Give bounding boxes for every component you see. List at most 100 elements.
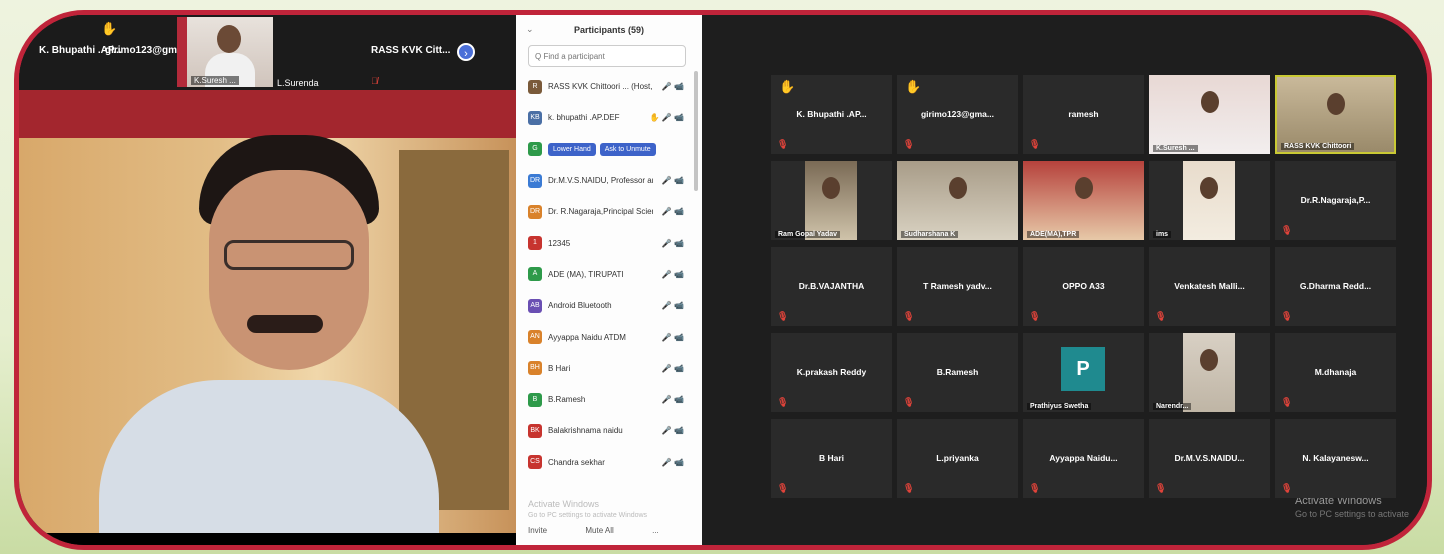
- participant-tile[interactable]: B.Ramesh 🎙: [897, 333, 1018, 412]
- strip-tile-name: L.Surenda: [277, 78, 319, 88]
- participant-tile[interactable]: Narendr...: [1149, 333, 1270, 412]
- participant-head: [1200, 177, 1218, 199]
- participant-name: B.Ramesh: [936, 367, 979, 377]
- mute-all-button[interactable]: Mute All: [585, 526, 613, 535]
- avatar: A: [528, 267, 542, 282]
- participant-row[interactable]: DR Dr. R.Nagaraja,Principal Scientist... 🎤…: [516, 196, 702, 227]
- participant-row[interactable]: B B.Ramesh 🎤 📹: [516, 384, 702, 415]
- media-status-icons[interactable]: 🎤 📹: [662, 426, 684, 435]
- media-status-icons[interactable]: 🎤 📹: [662, 458, 684, 467]
- strip-tile-name: RASS KVK Citt...: [371, 45, 451, 56]
- mic-video-icon: 🎤 📹: [661, 207, 684, 217]
- participant-name: Android Bluetooth: [548, 301, 612, 311]
- muted-mic-icon: 🎙: [1281, 225, 1293, 235]
- participant-tile[interactable]: Ayyappa Naidu... 🎙: [1023, 419, 1144, 498]
- participant-name: B.Ramesh: [548, 395, 586, 405]
- participant-row[interactable]: KB k. bhupathi .AP.DEF ✋ 🎤 📹: [516, 102, 702, 133]
- participant-row[interactable]: AB Android Bluetooth 🎤 📹: [516, 290, 702, 321]
- strip-video-tile[interactable]: K.Suresh ...: [177, 17, 273, 87]
- scrollbar[interactable]: [694, 71, 698, 191]
- participant-head: [948, 177, 967, 199]
- participant-tile[interactable]: K.prakash Reddy 🎙: [771, 333, 892, 412]
- participant-tile[interactable]: ramesh 🎙: [1023, 75, 1144, 154]
- participant-name: Dr.M.V.S.NAIDU, Professor and...: [548, 176, 653, 186]
- strip-tile[interactable]: L.Surenda: [277, 15, 357, 90]
- media-status-icons[interactable]: 🎤 📹: [662, 176, 684, 185]
- participant-row[interactable]: R RASS KVK Chittoori ... (Host, me) 🎤 📹: [516, 71, 702, 102]
- muted-mic-icon: 🎙: [1029, 483, 1041, 493]
- invite-button[interactable]: Invite: [528, 526, 547, 535]
- chevron-right-icon[interactable]: ›: [457, 43, 475, 61]
- participant-tile[interactable]: M.dhanaja 🎙: [1275, 333, 1396, 412]
- participant-tile[interactable]: ADE(MA),TPR: [1023, 161, 1144, 240]
- participant-row[interactable]: BH B Hari 🎤 📹: [516, 353, 702, 384]
- muted-mic-icon: 🎙: [1155, 311, 1167, 321]
- search-input[interactable]: [528, 45, 686, 67]
- participant-tile[interactable]: L.priyanka 🎙: [897, 419, 1018, 498]
- participant-tile[interactable]: Dr.B.VAJANTHA 🎙: [771, 247, 892, 326]
- participant-tile[interactable]: T Ramesh yadv... 🎙: [897, 247, 1018, 326]
- mic-video-icon: 🎤 📹: [661, 269, 684, 279]
- participant-tile[interactable]: ✋ K. Bhupathi .AP... 🎙: [771, 75, 892, 154]
- participant-tile[interactable]: Ram Gopal Yadav: [771, 161, 892, 240]
- strip-tile[interactable]: ✋ girimo123@gma...: [101, 15, 191, 90]
- participant-tile[interactable]: OPPO A33 🎙: [1023, 247, 1144, 326]
- participant-name: K. Bhupathi .AP...: [796, 109, 867, 119]
- participant-head: [217, 25, 241, 53]
- participant-row[interactable]: 1 12345 🎤 📹: [516, 227, 702, 258]
- participant-row[interactable]: BK Balakrishnama naidu 🎤 📹: [516, 415, 702, 446]
- participant-row[interactable]: AN Ayyappa Naidu ATDM 🎤 📹: [516, 321, 702, 352]
- mic-video-icon: 🎤 📹: [661, 113, 684, 123]
- participant-tile[interactable]: ims: [1149, 161, 1270, 240]
- participant-head: [1200, 91, 1219, 113]
- participant-tile[interactable]: N. Kalayanesw... 🎙: [1275, 419, 1396, 498]
- participant-name: girimo123@gma...: [920, 109, 994, 119]
- media-status-icons[interactable]: 🎤 📹: [662, 239, 684, 248]
- media-status-icons[interactable]: 🎤 📹: [662, 333, 684, 342]
- collapse-icon[interactable]: ⌄: [526, 24, 534, 35]
- participant-name: Dr.M.V.S.NAIDU...: [1174, 453, 1245, 463]
- muted-mic-icon: 🎙: [903, 483, 915, 493]
- panel-title: Participants (59): [573, 25, 645, 35]
- participant-name: Dr.B.VAJANTHA: [798, 281, 865, 291]
- more-button[interactable]: ...: [652, 526, 659, 535]
- media-status-icons[interactable]: 🎤 📹: [662, 395, 684, 404]
- mic-video-icon: 🎤 📹: [661, 426, 684, 436]
- participant-tile[interactable]: Sudharshana K: [897, 161, 1018, 240]
- participant-name: T Ramesh yadv...: [923, 281, 992, 291]
- participant-tile[interactable]: Dr.R.Nagaraja,P... 🎙: [1275, 161, 1396, 240]
- participant-tile[interactable]: B Hari 🎙: [771, 419, 892, 498]
- media-status-icons[interactable]: 🎤 📹: [662, 270, 684, 279]
- participant-tile[interactable]: ✋ girimo123@gma... 🎙: [897, 75, 1018, 154]
- muted-mic-icon: 🎙̸: [371, 76, 378, 86]
- participant-head: [822, 177, 840, 199]
- muted-mic-icon: 🎙: [903, 139, 915, 149]
- participant-tile[interactable]: Dr.M.V.S.NAIDU... 🎙: [1149, 419, 1270, 498]
- lower-hand-button[interactable]: Lower Hand: [548, 142, 596, 156]
- ask-to-unmute-button[interactable]: Ask to Unmute: [599, 142, 656, 156]
- participant-tile[interactable]: Venkatesh Malli... 🎙: [1149, 247, 1270, 326]
- media-status-icons[interactable]: 🎤 📹: [662, 207, 684, 216]
- participant-tile[interactable]: P Prathiyus Swetha: [1023, 333, 1144, 412]
- participant-row[interactable]: DR Dr.M.V.S.NAIDU, Professor and... 🎤 📹: [516, 165, 702, 196]
- participant-tile[interactable]: RASS KVK Chittoori: [1275, 75, 1396, 154]
- video-label: Prathiyus Swetha: [1027, 403, 1092, 410]
- media-status-icons[interactable]: 🎤 📹: [662, 82, 684, 91]
- mic-video-icon: 🎤 📹: [661, 301, 684, 311]
- media-status-icons[interactable]: ✋ 🎤 📹: [650, 113, 684, 122]
- media-status-icons[interactable]: 🎤 📹: [662, 364, 684, 373]
- presenter-glasses: [224, 240, 354, 270]
- strip-tile[interactable]: K. Bhupathi .AP...: [39, 15, 122, 90]
- media-status-icons[interactable]: 🎤 📹: [662, 301, 684, 310]
- participant-tile[interactable]: K.Suresh ...: [1149, 75, 1270, 154]
- strip-video-label: K.Suresh ...: [191, 76, 239, 85]
- muted-mic-icon: 🎙: [1281, 483, 1293, 493]
- participant-tile[interactable]: G.Dharma Redd... 🎙: [1275, 247, 1396, 326]
- participant-row[interactable]: A ADE (MA), TIRUPATI 🎤 📹: [516, 259, 702, 290]
- participant-row[interactable]: G Lower Hand Ask to Unmute: [516, 134, 702, 165]
- participant-name: Venkatesh Malli...: [1174, 281, 1245, 291]
- participant-row[interactable]: CS Chandra sekhar 🎤 📹: [516, 447, 702, 478]
- strip-tile[interactable]: RASS KVK Citt... 🎙̸: [371, 15, 451, 90]
- participant-video: [1183, 333, 1235, 412]
- participant-name: ADE (MA), TIRUPATI: [548, 269, 624, 279]
